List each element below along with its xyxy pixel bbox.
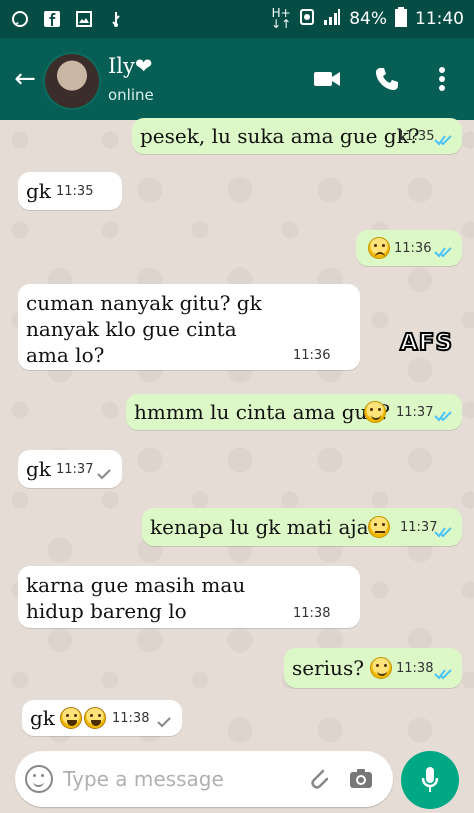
smiling-face-emoji-icon xyxy=(370,657,392,679)
status-bar: H+ ↓↑ 84% 11:40 xyxy=(0,0,474,38)
phone-icon[interactable] xyxy=(370,62,404,96)
message-text: gk xyxy=(30,706,55,730)
contact-name[interactable]: Ily❤ xyxy=(108,54,152,78)
message-time: 11:35 xyxy=(397,129,435,144)
network-type: H+ ↓↑ xyxy=(271,7,292,31)
message-bubble-outgoing[interactable]: pesek, lu suka ama gue gk? 11:35 xyxy=(132,118,462,154)
sad-face-emoji-icon xyxy=(368,237,390,259)
laughing-tears-emoji-icon xyxy=(84,707,106,729)
watermark-stamp: AFS xyxy=(399,329,454,357)
message-time: 11:37 xyxy=(56,462,94,477)
contact-status: online xyxy=(108,86,154,104)
message-bubble-incoming[interactable]: gk 11:37 xyxy=(18,450,122,488)
message-time: 11:38 xyxy=(396,661,434,676)
message-text: cuman nanyak gitu? gk nanyak klo gue cin… xyxy=(26,291,262,367)
read-ticks-icon xyxy=(434,527,452,538)
message-text: gk xyxy=(26,457,51,481)
contact-avatar[interactable] xyxy=(43,52,101,110)
more-vert-icon[interactable] xyxy=(425,62,459,96)
expressionless-face-emoji-icon xyxy=(368,516,390,538)
message-bubble-incoming[interactable]: karna gue masih mau hidup bareng lo 11:3… xyxy=(18,566,360,628)
gallery-icon xyxy=(74,9,94,29)
smiling-face-emoji-icon xyxy=(364,401,386,423)
message-bubble-incoming[interactable]: gk 11:35 xyxy=(18,172,122,210)
message-text: serius? xyxy=(292,656,364,680)
message-time: 11:38 xyxy=(112,711,150,726)
laughing-tears-emoji-icon xyxy=(60,707,82,729)
whatsapp-chat-screen: H+ ↓↑ 84% 11:40 ← Ily❤ online pesek, lu … xyxy=(0,0,474,813)
message-time: 11:35 xyxy=(56,184,94,199)
message-time: 11:38 xyxy=(293,606,331,621)
message-bubble-incoming[interactable]: cuman nanyak gitu? gk nanyak klo gue cin… xyxy=(18,284,360,370)
message-input[interactable] xyxy=(61,763,295,795)
message-text: pesek, lu suka ama gue gk? xyxy=(140,124,420,148)
video-call-icon[interactable] xyxy=(310,62,344,96)
message-text: karna gue masih mau hidup bareng lo xyxy=(26,573,246,623)
message-text: kenapa lu gk mati aja? xyxy=(150,515,380,539)
notification-icons xyxy=(10,9,126,29)
message-bubble-incoming[interactable]: gk 11:38 xyxy=(22,700,182,736)
attach-icon[interactable] xyxy=(305,765,333,793)
usb-icon xyxy=(106,9,126,29)
camera-icon[interactable] xyxy=(347,765,375,793)
message-bubble-outgoing[interactable]: 11:36 xyxy=(356,230,462,266)
signal-icon xyxy=(323,8,341,30)
mic-button[interactable] xyxy=(401,751,459,809)
mic-icon xyxy=(421,767,439,792)
read-ticks-icon xyxy=(434,411,452,422)
sent-tick-icon xyxy=(157,717,171,728)
read-ticks-icon xyxy=(434,135,452,146)
back-arrow-icon[interactable]: ← xyxy=(10,64,40,94)
emoji-icon[interactable] xyxy=(25,765,53,793)
message-bubble-outgoing[interactable]: hmmm lu cinta ama gue? 11:37 xyxy=(126,394,462,430)
system-indicators: H+ ↓↑ 84% 11:40 xyxy=(271,0,464,38)
message-time: 11:37 xyxy=(400,520,438,535)
message-time: 11:36 xyxy=(394,241,432,256)
read-ticks-icon xyxy=(434,247,452,258)
clock: 11:40 xyxy=(415,9,464,29)
message-composer xyxy=(15,751,393,807)
facebook-icon xyxy=(42,9,62,29)
sent-tick-icon xyxy=(97,469,111,480)
battery-percent: 84% xyxy=(349,9,387,29)
chat-header: ← Ily❤ online xyxy=(0,38,474,120)
message-text: gk xyxy=(26,179,51,203)
message-time: 11:36 xyxy=(293,348,331,363)
battery-icon xyxy=(395,6,407,32)
whatsapp-icon xyxy=(10,9,30,29)
message-text: hmmm lu cinta ama gue? xyxy=(134,400,390,424)
message-time: 11:37 xyxy=(396,405,434,420)
network-activity-label: ↓↑ xyxy=(271,17,292,31)
data-saver-icon xyxy=(299,8,315,31)
read-ticks-icon xyxy=(434,669,452,680)
message-bubble-outgoing[interactable]: kenapa lu gk mati aja? 11:37 xyxy=(142,508,462,546)
message-bubble-outgoing[interactable]: serius? 11:38 xyxy=(284,648,462,688)
